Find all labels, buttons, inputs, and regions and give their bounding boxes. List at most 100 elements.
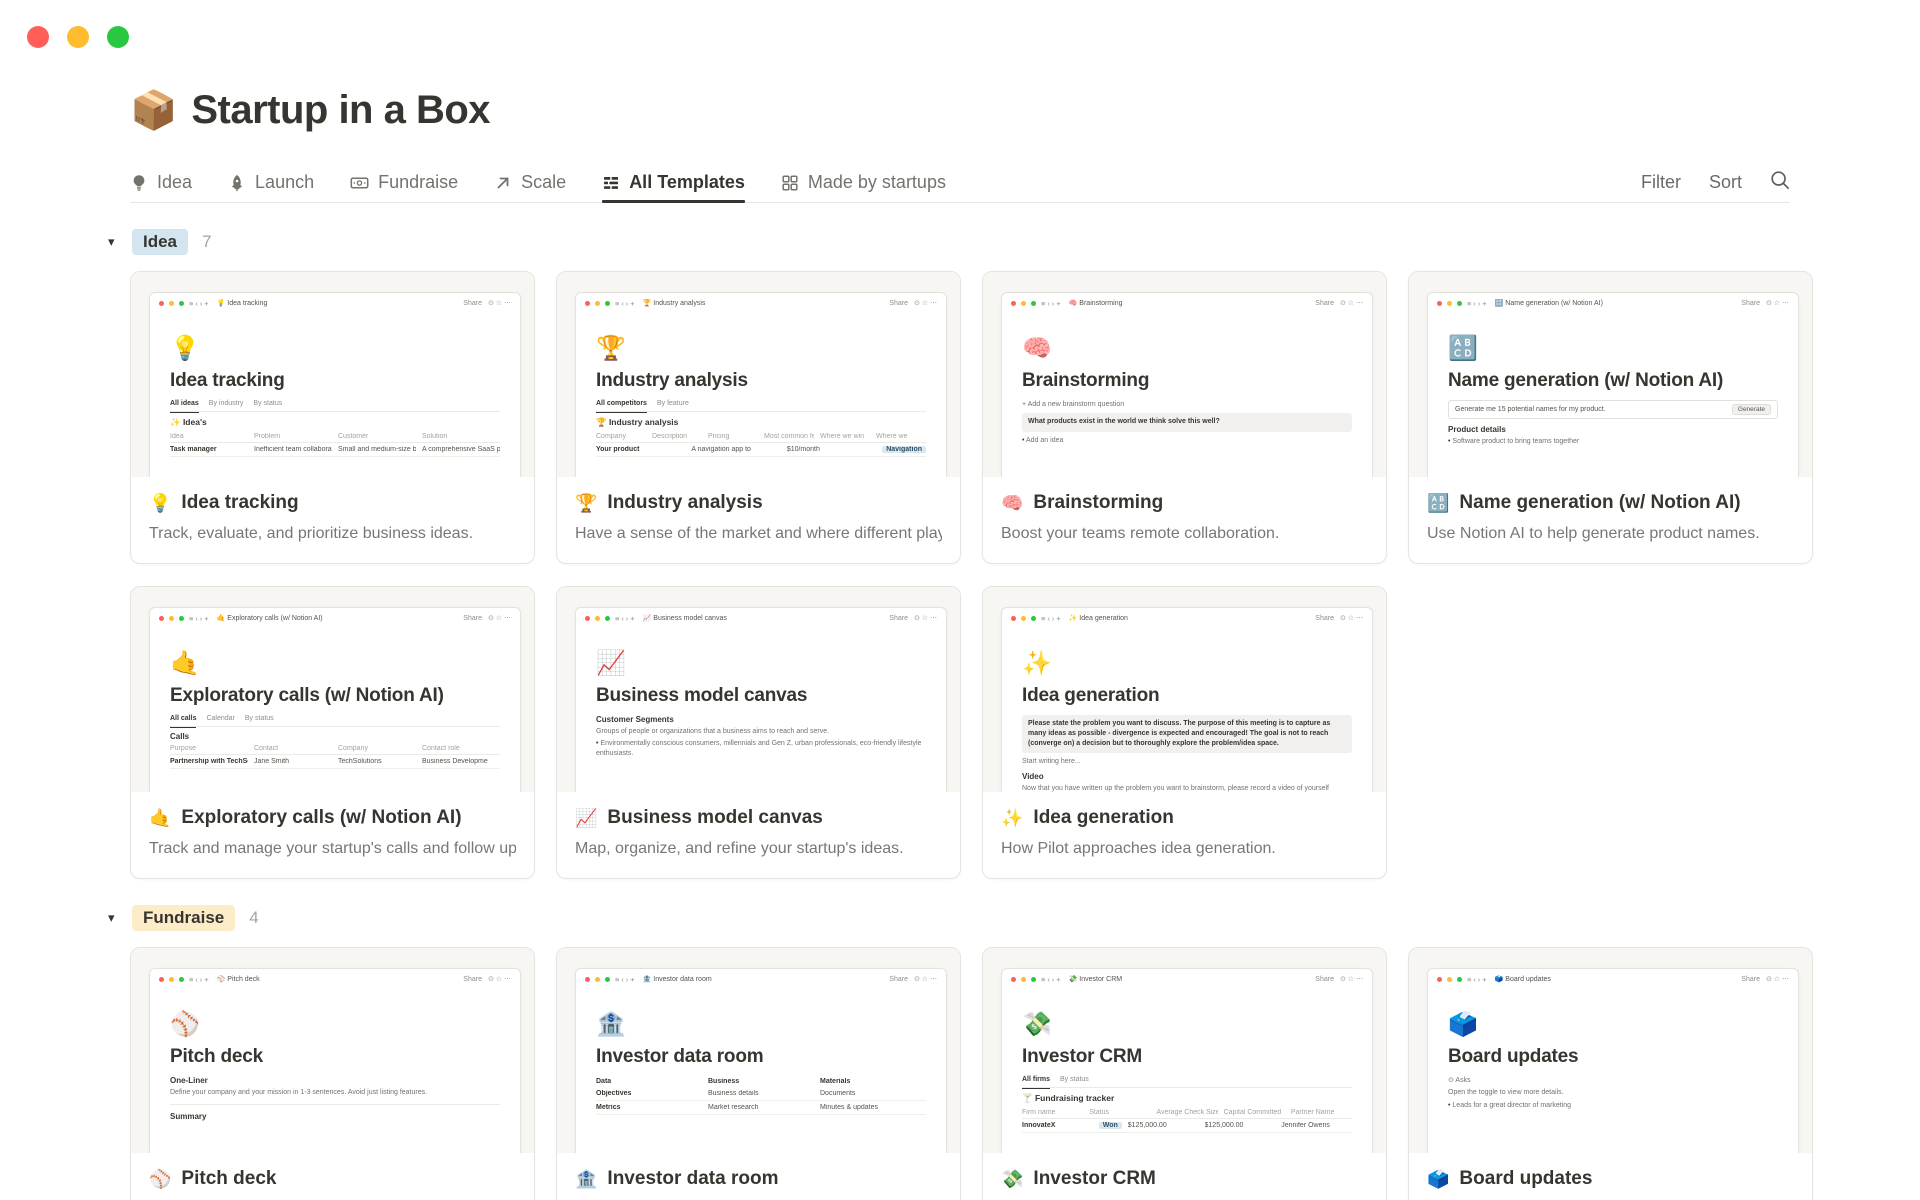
template-card-idea-tracking[interactable]: ≡ ‹ › + 💡 Idea tracking Share ⊙ ☆ ⋯ 💡 Id…	[130, 271, 535, 564]
mini-nav-icons: ≡ ‹ › +	[1041, 974, 1061, 984]
view-tab-idea[interactable]: Idea	[130, 163, 192, 202]
table-icon	[602, 174, 620, 192]
mini-section-title: 🍸 Fundraising tracker	[1022, 1093, 1115, 1103]
mini-window-title: 📈 Business model canvas	[642, 615, 727, 622]
mini-window-title: ✨ Idea generation	[1068, 615, 1128, 622]
mini-table-row: Objectives Business details Documents	[596, 1087, 926, 1101]
mini-window-chrome: ≡ ‹ › + ⚾ Pitch deck Share ⊙ ☆ ⋯	[150, 969, 520, 989]
template-card-name-generation-w-notion-ai[interactable]: ≡ ‹ › + 🔠 Name generation (w/ Notion AI)…	[1408, 271, 1813, 564]
mini-page-emoji: 🔠	[1448, 335, 1478, 362]
collapse-toggle-icon[interactable]: ▾	[108, 910, 122, 926]
mini-window-actions: Share ⊙ ☆ ⋯	[463, 975, 511, 984]
card-thumbnail: ≡ ‹ › + ⚾ Pitch deck Share ⊙ ☆ ⋯ ⚾ Pitch…	[131, 948, 534, 1153]
search-icon[interactable]	[1770, 170, 1790, 195]
mini-table-row: Metrics Market research Minutes & updates	[596, 1101, 926, 1115]
mini-page-emoji: 📈	[596, 650, 626, 677]
mini-page-body: 📈 Business model canvas Customer Segment…	[576, 628, 946, 758]
minimize-window-button[interactable]	[67, 26, 89, 48]
mini-minimize-icon	[595, 615, 600, 621]
card-title: Industry analysis	[607, 492, 763, 513]
mini-share-button: Share	[889, 614, 908, 622]
mini-page-content: Generate me 15 potential names for my pr…	[1448, 400, 1778, 446]
mini-window-actions: Share ⊙ ☆ ⋯	[1741, 975, 1789, 984]
section-count: 4	[249, 908, 259, 927]
mini-page-body: 🏆 Industry analysis All competitors By fe…	[576, 313, 946, 457]
mini-table-row: Your product A navigation app to $10/month…	[596, 443, 927, 457]
mini-view-tabs: All firms By status	[1022, 1076, 1352, 1089]
card-meta: ✨ Idea generation How Pilot approaches i…	[983, 792, 1386, 858]
mini-page-heading: Idea tracking	[170, 370, 285, 391]
template-card-investor-data-room[interactable]: ≡ ‹ › + 🏦 Investor data room Share ⊙ ☆ ⋯…	[556, 947, 961, 1200]
template-card-investor-crm[interactable]: ≡ ‹ › + 💸 Investor CRM Share ⊙ ☆ ⋯ 💸 Inv…	[982, 947, 1387, 1200]
section-badge[interactable]: Fundraise	[132, 905, 236, 931]
mini-share-button: Share	[1315, 614, 1334, 622]
close-window-button[interactable]	[27, 26, 49, 48]
card-title: Exploratory calls (w/ Notion AI)	[181, 807, 462, 828]
template-card-idea-generation[interactable]: ≡ ‹ › + ✨ Idea generation Share ⊙ ☆ ⋯ ✨ …	[982, 586, 1387, 879]
template-card-exploratory-calls-w-notion-ai[interactable]: ≡ ‹ › + 🤙 Exploratory calls (w/ Notion A…	[130, 586, 535, 879]
window-controls	[27, 26, 129, 48]
section-badge[interactable]: Idea	[132, 229, 189, 255]
mini-page-body: 💸 Investor CRM All firms By status 🍸 Fundr…	[1002, 989, 1372, 1133]
sort-button[interactable]: Sort	[1709, 172, 1742, 193]
mini-page-body: 🧠 Brainstorming + Add a new brainstorm q…	[1002, 313, 1372, 445]
mini-window-title: 💡 Idea tracking	[216, 300, 268, 307]
mini-window-chrome: ≡ ‹ › + 🤙 Exploratory calls (w/ Notion A…	[150, 608, 520, 628]
mini-text-line: Open the toggle to view more details.	[1448, 1089, 1564, 1097]
mini-divider	[170, 1104, 500, 1106]
template-card-industry-analysis[interactable]: ≡ ‹ › + 🏆 Industry analysis Share ⊙ ☆ ⋯ …	[556, 271, 961, 564]
template-card-brainstorming[interactable]: ≡ ‹ › + 🧠 Brainstorming Share ⊙ ☆ ⋯ 🧠 Br…	[982, 271, 1387, 564]
mini-bullet-item: Environmentally conscious consumers, mil…	[596, 739, 926, 758]
mini-action-icons: ⊙ ☆ ⋯	[487, 300, 511, 307]
card-title: Name generation (w/ Notion AI)	[1459, 492, 1741, 513]
mini-page-content: ⊙ Asks Open the toggle to view more detai…	[1448, 1076, 1778, 1110]
mini-window: ≡ ‹ › + 🤙 Exploratory calls (w/ Notion A…	[149, 607, 521, 792]
template-card-pitch-deck[interactable]: ≡ ‹ › + ⚾ Pitch deck Share ⊙ ☆ ⋯ ⚾ Pitch…	[130, 947, 535, 1200]
mini-page-content: + Add a new brainstorm question What prod…	[1022, 400, 1352, 445]
mini-window: ≡ ‹ › + ✨ Idea generation Share ⊙ ☆ ⋯ ✨ …	[1001, 607, 1373, 792]
view-tab-fundraise[interactable]: Fundraise	[350, 163, 458, 202]
mini-share-button: Share	[1315, 299, 1334, 307]
view-tab-all-templates[interactable]: All Templates	[602, 163, 745, 203]
mini-minimize-icon	[595, 976, 600, 982]
mini-window-title: 🔠 Name generation (w/ Notion AI)	[1494, 300, 1603, 307]
mini-window-actions: Share ⊙ ☆ ⋯	[889, 299, 937, 308]
template-card-board-updates[interactable]: ≡ ‹ › + 🗳️ Board updates Share ⊙ ☆ ⋯ 🗳️ …	[1408, 947, 1813, 1200]
view-tab-launch[interactable]: Launch	[228, 163, 314, 202]
mini-window-chrome: ≡ ‹ › + 🗳️ Board updates Share ⊙ ☆ ⋯	[1428, 969, 1798, 989]
mini-text-line: Groups of people or organizations that a…	[596, 728, 830, 735]
mini-subheading: One-Liner	[170, 1076, 208, 1085]
view-tab-scale[interactable]: Scale	[494, 163, 566, 202]
mini-window-actions: Share ⊙ ☆ ⋯	[463, 614, 511, 623]
mini-action-icons: ⊙ ☆ ⋯	[1339, 976, 1363, 983]
mini-page-content: All calls Calendar By status Calls Purpose Co…	[170, 715, 500, 769]
mini-minimize-icon	[169, 976, 174, 982]
collapse-toggle-icon[interactable]: ▾	[108, 234, 122, 250]
mini-action-icons: ⊙ ☆ ⋯	[1339, 300, 1363, 307]
filter-button[interactable]: Filter	[1641, 172, 1681, 193]
card-title: Investor data room	[607, 1168, 779, 1189]
rocket-icon	[228, 174, 246, 192]
mini-window-chrome: ≡ ‹ › + 📈 Business model canvas Share ⊙ …	[576, 608, 946, 628]
mini-action-icons: ⊙ ☆ ⋯	[1765, 300, 1789, 307]
mini-page-content: All firms By status 🍸 Fundraising tracker F…	[1022, 1076, 1352, 1133]
mini-zoom-icon	[1031, 300, 1036, 306]
card-emoji: ✨	[1001, 808, 1024, 828]
page-emoji[interactable]: 📦	[130, 92, 177, 130]
mini-window-actions: Share ⊙ ☆ ⋯	[1315, 299, 1363, 308]
card-title: Business model canvas	[607, 807, 823, 828]
mini-window-chrome: ≡ ‹ › + 🧠 Brainstorming Share ⊙ ☆ ⋯	[1002, 293, 1372, 313]
card-emoji: 🏆	[575, 493, 598, 513]
zoom-window-button[interactable]	[107, 26, 129, 48]
section-header: ▾ Fundraise 4	[108, 905, 1790, 931]
template-card-business-model-canvas[interactable]: ≡ ‹ › + 📈 Business model canvas Share ⊙ …	[556, 586, 961, 879]
card-emoji: 🗳️	[1427, 1169, 1450, 1189]
mini-window-actions: Share ⊙ ☆ ⋯	[1315, 975, 1363, 984]
mini-window-actions: Share ⊙ ☆ ⋯	[463, 299, 511, 308]
mini-table-row: InnovateX Won $125,000.00 $125,000.00 Jennif…	[1022, 1119, 1352, 1133]
mini-page-heading: Idea generation	[1022, 685, 1160, 706]
mini-minimize-icon	[1447, 300, 1452, 306]
mini-window-actions: Share ⊙ ☆ ⋯	[1315, 614, 1363, 623]
mini-share-button: Share	[889, 299, 908, 307]
view-tab-made-by-startups[interactable]: Made by startups	[781, 163, 946, 202]
